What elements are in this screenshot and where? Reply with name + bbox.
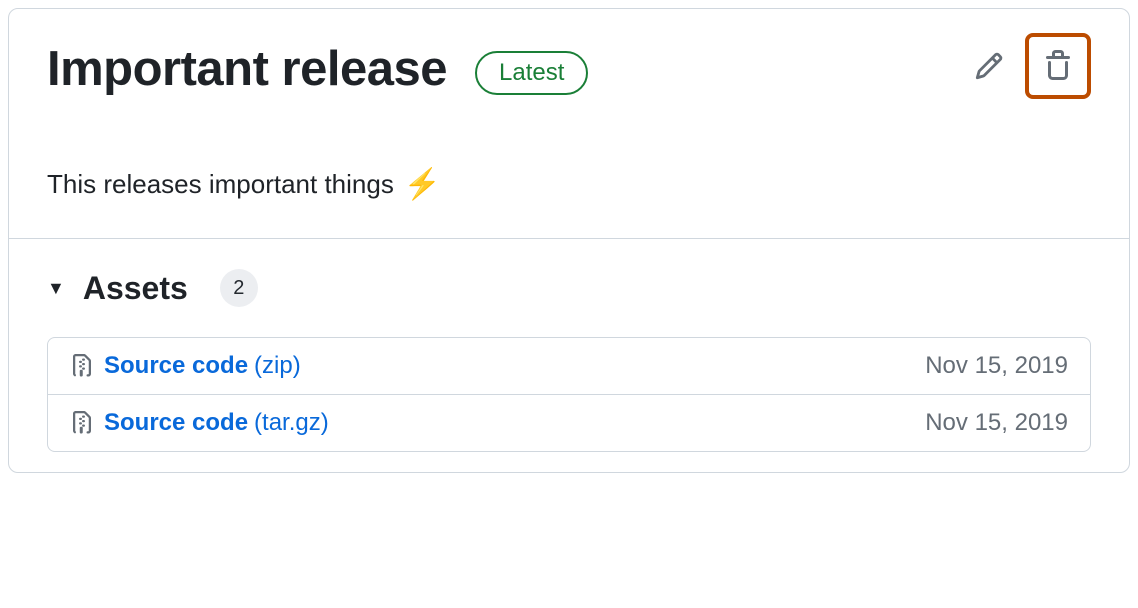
assets-toggle[interactable]: ▼ Assets 2 <box>47 269 1091 307</box>
release-card: Important release Latest This releases i… <box>8 8 1130 473</box>
release-description-text: This releases important things <box>47 169 394 200</box>
file-zip-icon <box>70 354 94 378</box>
release-title-row: Important release Latest <box>47 41 1091 97</box>
asset-row: Source code (zip) Nov 15, 2019 <box>48 338 1090 394</box>
trash-icon <box>1042 50 1074 82</box>
zap-emoji: ⚡ <box>404 170 441 200</box>
asset-name: Source code <box>104 409 248 437</box>
asset-link[interactable]: Source code (tar.gz) <box>104 409 329 437</box>
release-description: This releases important things ⚡ <box>47 169 1091 200</box>
delete-button[interactable] <box>1025 33 1091 99</box>
release-title: Important release <box>47 41 447 97</box>
asset-left: Source code (tar.gz) <box>70 409 329 437</box>
assets-section: ▼ Assets 2 Source code (zip) Nov 15, <box>9 239 1129 472</box>
release-header-section: Important release Latest This releases i… <box>9 9 1129 239</box>
edit-button[interactable] <box>965 42 1013 90</box>
latest-badge: Latest <box>475 51 588 95</box>
asset-ext: (tar.gz) <box>254 409 329 437</box>
caret-down-icon: ▼ <box>47 278 65 299</box>
assets-heading: Assets <box>83 270 188 307</box>
asset-row: Source code (tar.gz) Nov 15, 2019 <box>48 394 1090 451</box>
assets-count-badge: 2 <box>220 269 258 307</box>
pencil-icon <box>974 51 1004 81</box>
assets-list: Source code (zip) Nov 15, 2019 Source co… <box>47 337 1091 452</box>
file-zip-icon <box>70 411 94 435</box>
asset-ext: (zip) <box>254 352 301 380</box>
action-icons <box>965 33 1091 99</box>
asset-date: Nov 15, 2019 <box>925 352 1068 380</box>
asset-link[interactable]: Source code (zip) <box>104 352 301 380</box>
asset-date: Nov 15, 2019 <box>925 409 1068 437</box>
asset-name: Source code <box>104 352 248 380</box>
asset-left: Source code (zip) <box>70 352 301 380</box>
